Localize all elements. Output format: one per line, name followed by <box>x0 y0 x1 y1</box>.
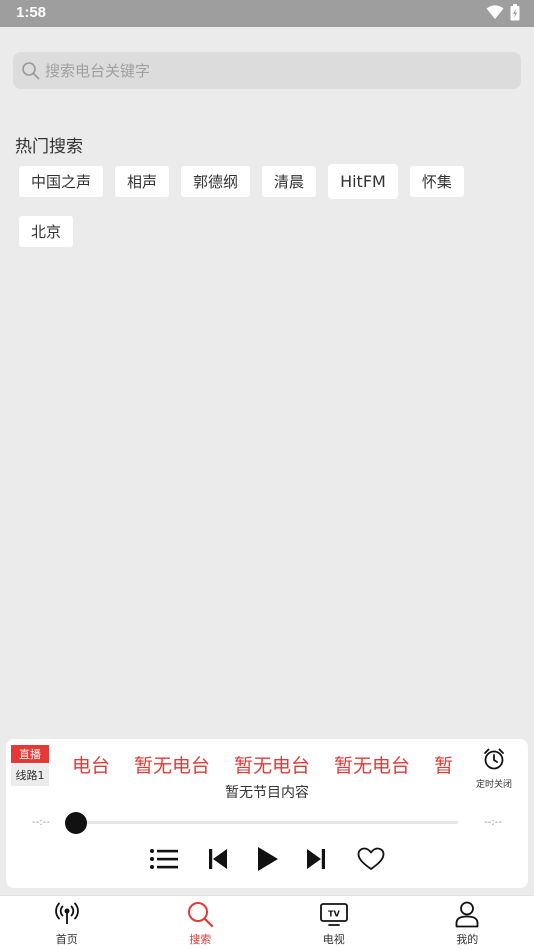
hot-tag[interactable]: 中国之声 <box>19 166 104 197</box>
person-icon <box>455 901 479 928</box>
hot-search-tags: 中国之声 相声 郭德纲 清晨 HitFM 怀集 北京 <box>19 164 499 247</box>
broadcast-icon <box>54 902 79 924</box>
hot-tag[interactable]: 清晨 <box>262 166 317 197</box>
marquee-text: 暂无电台 <box>234 755 311 777</box>
play-icon <box>258 847 278 871</box>
nav-label: 电视 <box>322 933 345 946</box>
nav-tv[interactable]: TV 电视 <box>267 896 401 950</box>
playlist-button[interactable] <box>148 845 180 873</box>
nav-search[interactable]: 搜索 <box>134 896 268 950</box>
nav-label: 我的 <box>456 933 479 946</box>
player-controls <box>6 845 528 873</box>
hot-tag[interactable]: 相声 <box>115 166 170 197</box>
live-badge: 直播 <box>11 745 49 763</box>
status-time: 1:58 <box>16 4 47 21</box>
station-marquee: 电台 暂无电台 暂无电台 暂无电台 暂 <box>72 751 468 781</box>
skip-next-icon <box>307 849 325 869</box>
bottom-nav: 首页 搜索 TV 电视 我的 <box>0 895 534 950</box>
tv-icon: TV <box>319 903 348 926</box>
search-icon <box>22 61 40 79</box>
status-bar: 1:58 <box>0 0 534 27</box>
hot-tag[interactable]: 北京 <box>19 216 74 247</box>
list-icon <box>150 849 178 869</box>
hot-tag-active[interactable]: HitFM <box>328 164 398 199</box>
marquee-text: 暂 <box>434 755 454 777</box>
favorite-button[interactable] <box>356 845 386 873</box>
elapsed-time: --:-- <box>32 817 50 828</box>
progress-thumb[interactable] <box>65 812 87 834</box>
hot-tag[interactable]: 怀集 <box>409 166 464 197</box>
progress-track[interactable] <box>76 821 458 824</box>
marquee-text: 电台 <box>72 755 111 777</box>
nav-label: 搜索 <box>189 933 212 946</box>
status-icons <box>486 4 520 21</box>
wifi-icon <box>486 5 504 19</box>
next-button[interactable] <box>304 845 328 873</box>
search-icon <box>188 902 214 928</box>
alarm-clock-icon <box>484 748 504 770</box>
svg-text:TV: TV <box>328 910 340 919</box>
marquee-text: 暂无电台 <box>134 755 211 777</box>
total-time: --:-- <box>484 817 502 828</box>
play-button[interactable] <box>254 845 282 873</box>
skip-previous-icon <box>209 849 227 869</box>
heart-icon <box>357 847 385 870</box>
nav-profile[interactable]: 我的 <box>401 896 534 950</box>
battery-icon <box>510 4 520 21</box>
nav-home[interactable]: 首页 <box>0 896 134 950</box>
search-box[interactable] <box>13 52 521 89</box>
mini-player: 直播 线路1 电台 暂无电台 暂无电台 暂无电台暂 定时关闭 暂无节目内容 --:--… <box>6 739 528 888</box>
marquee-text: 暂无电台 <box>334 755 411 777</box>
hot-tag[interactable]: 郭德纲 <box>181 166 251 197</box>
nav-label: 首页 <box>55 933 78 946</box>
program-title: 暂无节目内容 <box>225 785 309 801</box>
previous-button[interactable] <box>206 845 230 873</box>
hot-search-title: 热门搜索 <box>15 137 83 157</box>
search-input[interactable] <box>45 52 521 89</box>
